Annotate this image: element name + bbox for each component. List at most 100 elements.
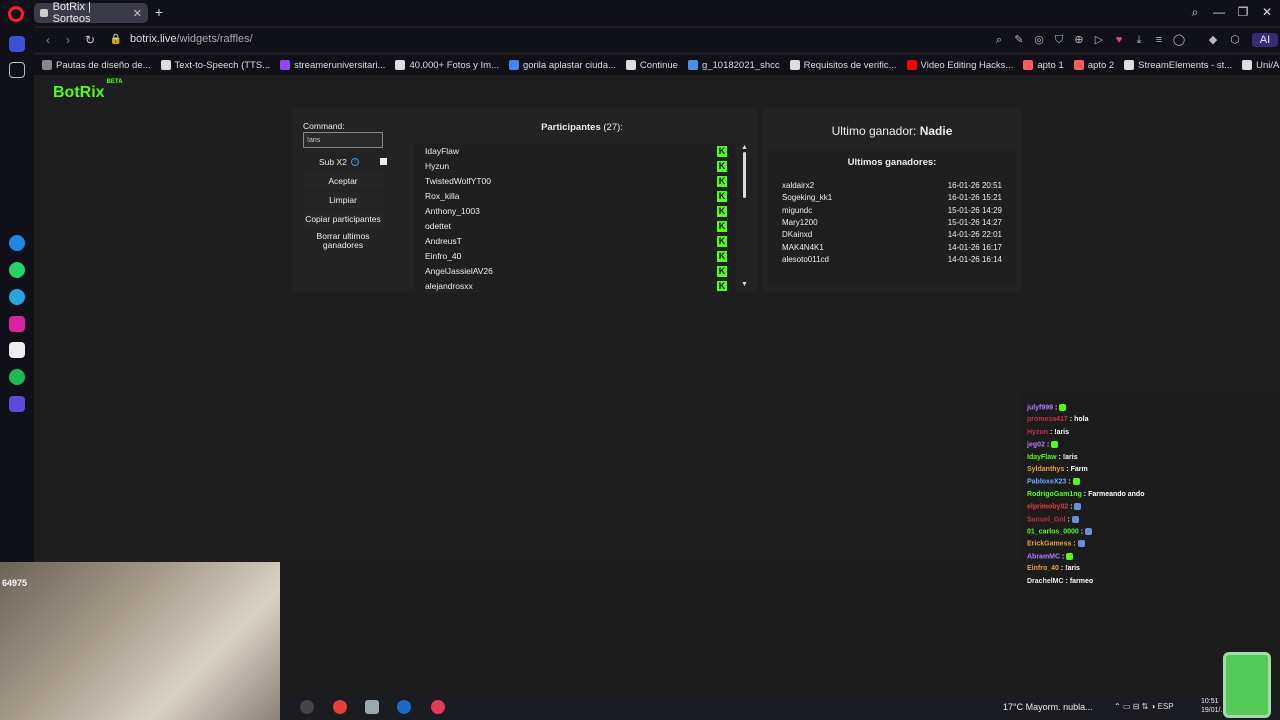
chat-overlay: julyf999 : promesa417 : hola Hyzun : !ari…	[1022, 392, 1280, 588]
steam-icon[interactable]	[397, 700, 411, 714]
heart-icon[interactable]: ♥	[1112, 33, 1126, 47]
whatsapp-icon[interactable]	[9, 262, 25, 278]
bookmark-item[interactable]: Text-to-Speech (TTS...	[160, 60, 270, 71]
bookmark-item[interactable]: apto 1	[1023, 60, 1064, 71]
scrollbar-thumb[interactable]	[743, 152, 746, 198]
instagram-icon[interactable]	[9, 316, 25, 332]
diamond-icon[interactable]: ◆	[1206, 33, 1220, 47]
spotify-icon[interactable]	[9, 369, 25, 385]
scroll-up-icon[interactable]: ▲	[741, 144, 748, 151]
bookmark-item[interactable]: StreamElements - st...	[1124, 60, 1232, 71]
clear-button[interactable]: Limpiar	[303, 192, 383, 208]
bookmark-item[interactable]: streameruniversitari...	[280, 60, 385, 71]
winner-name: migundc	[782, 205, 813, 215]
files-icon[interactable]	[365, 700, 379, 714]
weather-widget[interactable]: 17°C Mayorm. nubla...	[1003, 702, 1093, 712]
chat-message: Hyzun : !aris	[1027, 428, 1070, 436]
bookmark-item[interactable]: Requisitos de verific...	[789, 59, 897, 71]
participant-row[interactable]: IdayFlaw K	[414, 144, 736, 159]
bookmark-icon	[906, 60, 917, 70]
download-icon[interactable]: ⤓	[1132, 33, 1146, 47]
chat-text: Farmeando ando	[1088, 490, 1145, 498]
restore-icon[interactable]: ❐	[1235, 4, 1251, 20]
participant-row[interactable]: Hyzun K	[414, 159, 736, 174]
participant-name: odettet	[425, 221, 451, 231]
bookmark-label: g_10182021_shcc	[701, 59, 780, 71]
delete-winners-button[interactable]: Borrar ultimos ganadores	[303, 230, 383, 252]
language-indicator[interactable]: ESP	[1158, 702, 1174, 711]
participant-name: Hyzun	[425, 161, 450, 171]
bookmark-label: Requisitos de verific...	[803, 59, 897, 71]
command-input[interactable]	[303, 132, 383, 148]
back-icon[interactable]: ‹	[40, 32, 56, 48]
system-tray[interactable]: ⌃ ▭ ⊟ ⇅ ◑ ESP	[1114, 702, 1174, 711]
scroll-down-icon[interactable]: ▼	[741, 281, 748, 288]
bookmark-item[interactable]: 40.000+ Fotos y Im...	[395, 60, 499, 71]
bookmark-label: gorila aplastar ciuda...	[522, 59, 616, 71]
winners-box	[768, 148, 1016, 285]
bookmark-icon	[789, 60, 800, 70]
bookmark-item[interactable]: Pautas de diseño de...	[42, 60, 151, 71]
cube-icon[interactable]: ⬡	[1228, 33, 1242, 47]
edit-icon[interactable]: ✎	[1012, 33, 1026, 47]
chat-username: IdayFlaw	[1027, 453, 1057, 461]
participant-row[interactable]: alejandrosxx K	[414, 279, 736, 291]
telegram-icon[interactable]	[9, 289, 25, 305]
participant-row[interactable]: TwistedWolfYT00 K	[414, 174, 736, 189]
info-icon[interactable]: i	[351, 158, 359, 166]
bookmark-item[interactable]: g_10182021_shcc	[687, 59, 780, 71]
opera-gx-icon[interactable]	[431, 700, 445, 714]
bookmark-item[interactable]: Continue	[625, 60, 678, 71]
zoom-search-icon[interactable]: ⌕	[992, 33, 1006, 47]
url-field[interactable]: botrix.live/widgets/raffles/	[130, 33, 253, 45]
home-icon[interactable]	[9, 36, 25, 52]
participant-row[interactable]: Einfro_40 K	[414, 249, 736, 264]
shield-icon[interactable]: ⛉	[1052, 33, 1066, 47]
menu-icon[interactable]: ≡	[1152, 33, 1166, 47]
bookmarks-bar: Pautas de diseño de... Text-to-Speech (TT…	[34, 55, 1280, 75]
copy-participants-button[interactable]: Copiar participantes	[303, 211, 383, 227]
chat-username: PabloxeX23	[1027, 478, 1067, 486]
profile-icon[interactable]: ◯	[1172, 33, 1186, 47]
bookmark-item[interactable]: Uni/Aris (@streame...	[1242, 60, 1280, 71]
opera-logo-icon[interactable]	[8, 6, 24, 22]
winner-name: Mary1200	[782, 217, 818, 227]
reload-icon[interactable]: ↻	[82, 32, 98, 48]
new-tab-button[interactable]: +	[152, 4, 166, 20]
participant-row[interactable]: odettet K	[414, 219, 736, 234]
sub-x2-checkbox[interactable]	[380, 158, 387, 165]
x-icon[interactable]	[9, 342, 25, 358]
bookmark-star-icon[interactable]	[9, 62, 25, 78]
ai-button[interactable]: AI	[1252, 33, 1278, 47]
taskbar-app-icon[interactable]	[300, 700, 314, 714]
participant-row[interactable]: Rox_killa K	[414, 189, 736, 204]
kick-icon: K	[717, 146, 727, 157]
botrix-logo[interactable]: BotRixBETA	[53, 79, 122, 102]
accept-button[interactable]: Aceptar	[303, 173, 383, 189]
url-path: /widgets/raffles/	[176, 33, 253, 45]
camera-icon[interactable]: ◎	[1032, 33, 1046, 47]
winner-row: xaldairx2 16-01-26 20:51	[782, 181, 1002, 190]
participant-row[interactable]: Anthony_1003 K	[414, 204, 736, 219]
bookmark-item[interactable]: apto 2	[1073, 60, 1114, 71]
participant-row[interactable]: AngelJassielAV26 K	[414, 264, 736, 279]
participant-row[interactable]: AndreusT K	[414, 234, 736, 249]
beta-badge: BETA	[106, 78, 123, 85]
browser-tab[interactable]: BotRix | Sorteos ✕	[34, 1, 148, 25]
player-icon[interactable]	[9, 396, 25, 412]
close-window-icon[interactable]: ✕	[1259, 4, 1275, 20]
forward-icon[interactable]: ›	[60, 32, 76, 48]
minimize-icon[interactable]: —	[1211, 4, 1227, 20]
messenger-icon[interactable]	[9, 235, 25, 251]
play-icon[interactable]: ▷	[1092, 33, 1106, 47]
bookmark-item[interactable]: Video Editing Hacks...	[906, 60, 1013, 71]
participants-list[interactable]: IdayFlaw K Hyzun K TwistedWolfYT00 K Rox_killa…	[414, 144, 736, 291]
chat-username: julyf999	[1027, 404, 1054, 412]
close-tab-icon[interactable]: ✕	[133, 7, 142, 20]
bookmark-item[interactable]: gorila aplastar ciuda...	[508, 59, 616, 71]
winner-name: MAK4N4K1	[782, 242, 824, 252]
vpn-icon[interactable]: ⊕	[1072, 33, 1086, 47]
participant-name: alejandrosxx	[425, 281, 473, 291]
search-tabs-icon[interactable]: ⌕	[1187, 4, 1203, 20]
chrome-icon[interactable]	[333, 700, 347, 714]
